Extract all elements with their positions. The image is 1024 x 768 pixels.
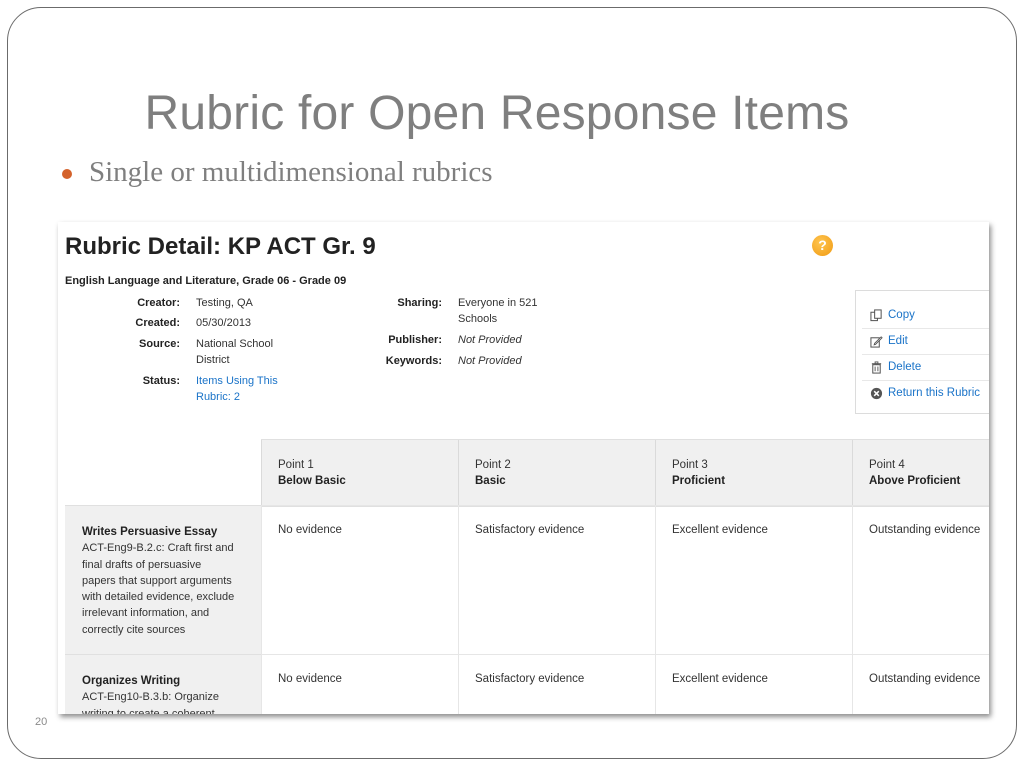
creator-value: Testing, QA <box>196 297 253 309</box>
level-label: Above Proficient <box>869 475 961 487</box>
point-label: Point 2 <box>475 459 511 471</box>
score-cell[interactable]: Outstanding evidence <box>852 505 989 654</box>
point-label: Point 3 <box>672 459 708 471</box>
criterion-name: Organizes Writing <box>82 675 181 687</box>
created-label: Created: <box>135 317 180 329</box>
score-cell[interactable]: Excellent evidence <box>655 505 852 654</box>
subject-line: English Language and Literature, Grade 0… <box>65 275 347 287</box>
delete-label: Delete <box>888 361 922 373</box>
score-cell[interactable]: Outstanding evidence <box>852 654 989 714</box>
keywords-label: Keywords: <box>385 355 442 367</box>
standard-text: papers that support arguments <box>82 574 232 587</box>
level-label: Proficient <box>672 475 726 487</box>
metadata-right: Sharing: Everyone in 521 Schools Publish… <box>358 295 578 375</box>
criterion-cell: Writes Persuasive Essay ACT-Eng9-B.2.c: … <box>65 505 261 654</box>
status-label: Status: <box>142 375 180 387</box>
circle-x-icon <box>870 387 883 399</box>
point-label: Point 1 <box>278 459 314 471</box>
edit-icon <box>870 335 883 348</box>
help-icon[interactable]: ? <box>812 235 833 256</box>
column-header: Point 3 Proficient <box>655 440 852 506</box>
bullet-text: Single or multidimensional rubrics <box>89 156 493 188</box>
keywords-value: Not Provided <box>458 355 522 367</box>
column-header: Point 4 Above Proficient <box>852 440 989 506</box>
source-label: Source: <box>139 338 180 350</box>
return-rubric-label: Return this Rubric <box>888 387 981 399</box>
copy-label: Copy <box>888 309 915 321</box>
sharing-value: Everyone in 521 Schools <box>458 297 538 325</box>
standard-text: writing to create a coherent <box>82 707 215 714</box>
level-label: Basic <box>475 475 506 487</box>
edit-label: Edit <box>888 335 908 347</box>
point-label: Point 4 <box>869 459 905 471</box>
sharing-label: Sharing: <box>397 297 442 309</box>
column-header: Point 1 Below Basic <box>261 440 458 506</box>
level-label: Below Basic <box>278 475 346 487</box>
source-value: National School District <box>196 338 274 366</box>
created-value: 05/30/2013 <box>196 317 252 329</box>
edit-action[interactable]: Edit <box>870 329 908 353</box>
score-cell[interactable]: Satisfactory evidence <box>458 505 655 654</box>
criterion-cell: Organizes Writing ACT-Eng10-B.3.b: Organ… <box>65 654 261 714</box>
creator-label: Creator: <box>137 297 180 309</box>
rubric-screenshot: Rubric Detail: KP ACT Gr. 9 ? English La… <box>58 222 989 714</box>
header-row: Point 1 Below Basic Point 2 Basic Point … <box>261 439 989 507</box>
delete-action[interactable]: Delete <box>870 355 921 379</box>
copy-icon <box>870 308 882 321</box>
status-link[interactable]: Items Using This Rubric: 2 <box>196 373 291 405</box>
action-panel: Copy Edit Delete Return this Rubric <box>855 290 989 414</box>
rubric-title: Rubric Detail: KP ACT Gr. 9 <box>65 233 376 260</box>
standard-text: with detailed evidence, exclude <box>82 591 235 604</box>
metadata-left: Creator: Testing, QA Created: 05/30/2013… <box>58 295 298 415</box>
score-cell[interactable]: No evidence <box>261 654 458 714</box>
trash-icon <box>871 360 882 374</box>
score-cell[interactable]: Satisfactory evidence <box>458 654 655 714</box>
bullet-dot <box>62 168 72 179</box>
slide-number: 20 <box>35 716 48 728</box>
column-header: Point 2 Basic <box>458 440 655 506</box>
copy-action[interactable]: Copy <box>870 303 915 327</box>
slide-title: Rubric for Open Response Items <box>144 87 850 140</box>
standard-text: final drafts of persuasive <box>82 558 202 571</box>
standard-text: ACT-Eng10-B.3.b: Organize <box>82 691 219 704</box>
score-cell[interactable]: Excellent evidence <box>655 654 852 714</box>
standard-text: ACT-Eng9-B.2.c: Craft first and <box>82 542 234 555</box>
standard-text: irrelevant information, and <box>82 607 210 620</box>
criterion-name: Writes Persuasive Essay <box>82 526 218 538</box>
bullet-item: Single or multidimensional rubrics <box>62 156 493 189</box>
standard-text: correctly cite sources <box>82 623 186 636</box>
score-cell[interactable]: No evidence <box>261 505 458 654</box>
publisher-label: Publisher: <box>388 334 442 346</box>
return-rubric-action[interactable]: Return this Rubric <box>870 381 980 405</box>
publisher-value: Not Provided <box>458 334 522 346</box>
